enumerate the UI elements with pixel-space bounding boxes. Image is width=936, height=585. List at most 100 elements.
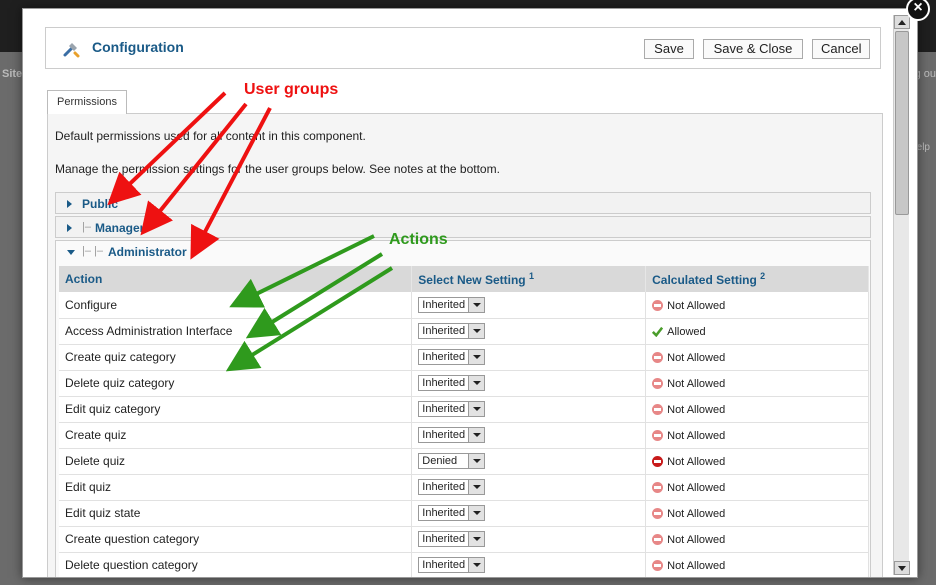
modal-scrollbar[interactable]: [893, 15, 910, 575]
dropdown-arrow-icon[interactable]: [468, 506, 485, 520]
dropdown-arrow-icon[interactable]: [468, 402, 485, 416]
calculated-status: Not Allowed: [667, 429, 726, 442]
setting-select-value: Inherited: [422, 377, 466, 389]
group-public[interactable]: Public: [55, 192, 871, 214]
calculated-status: Not Allowed: [667, 559, 726, 572]
tools-icon: [63, 43, 80, 58]
table-row: Create question category Inherited Not All…: [59, 526, 869, 553]
expand-arrow-icon: [67, 224, 72, 232]
group-manager[interactable]: |– Manager: [55, 216, 871, 238]
calculated-status: Not Allowed: [667, 377, 726, 390]
scroll-down-icon[interactable]: [894, 561, 910, 575]
setting-cell: Inherited: [411, 526, 647, 553]
not-allowed-icon: [652, 430, 664, 442]
dropdown-arrow-icon[interactable]: [468, 480, 485, 494]
dropdown-arrow-icon[interactable]: [468, 324, 485, 338]
setting-cell: Inherited: [411, 344, 647, 371]
setting-cell: Inherited: [411, 552, 647, 577]
save-button[interactable]: Save: [644, 39, 694, 59]
setting-cell: Inherited: [411, 292, 647, 319]
calculated-cell: Not Allowed: [645, 500, 869, 527]
table-row: Access Administration Interface Inherited…: [59, 318, 869, 345]
action-name: Delete quiz category: [59, 370, 413, 397]
dropdown-arrow-icon[interactable]: [468, 297, 485, 312]
checkmark-icon: [652, 327, 664, 338]
setting-cell: Denied: [411, 448, 647, 475]
table-row: Configure Inherited Not Allowed: [59, 292, 869, 319]
action-name: Create question category: [59, 526, 413, 553]
table-header-row: Action Select New Setting 1 Calculated S…: [59, 266, 869, 292]
table-row: Edit quiz state Inherited Not Allowed: [59, 500, 869, 527]
table-row: Delete quiz category Inherited Not Allowed: [59, 370, 869, 397]
setting-select[interactable]: Inherited: [418, 296, 486, 313]
setting-select-value: Inherited: [422, 325, 466, 337]
calculated-cell: Not Allowed: [645, 448, 869, 475]
group-label[interactable]: Public: [82, 197, 118, 211]
collapse-arrow-icon: [67, 250, 75, 255]
calculated-status: Not Allowed: [667, 507, 726, 520]
setting-select[interactable]: Inherited: [418, 401, 486, 417]
not-allowed-icon: [652, 352, 664, 364]
setting-select[interactable]: Inherited: [418, 505, 486, 521]
group-label[interactable]: Administrator: [108, 245, 187, 259]
modal-header: Configuration Save Save & Close Cancel: [45, 27, 881, 69]
calculated-status: Not Allowed: [667, 299, 726, 312]
setting-select-value: Inherited: [422, 533, 466, 545]
dropdown-arrow-icon[interactable]: [468, 558, 485, 572]
setting-select-value: Inherited: [422, 507, 466, 519]
setting-select[interactable]: Inherited: [418, 427, 486, 443]
setting-select-value: Inherited: [422, 351, 466, 363]
action-name: Configure: [59, 292, 413, 319]
not-allowed-icon: [652, 300, 664, 312]
scrollbar-thumb[interactable]: [895, 31, 909, 215]
dropdown-arrow-icon[interactable]: [468, 454, 485, 468]
setting-select[interactable]: Inherited: [418, 375, 486, 391]
setting-select-value: Inherited: [422, 403, 466, 415]
setting-select[interactable]: Inherited: [418, 531, 486, 547]
action-name: Create quiz category: [59, 344, 413, 371]
setting-cell: Inherited: [411, 318, 647, 345]
action-name: Create quiz: [59, 422, 413, 449]
setting-cell: Inherited: [411, 500, 647, 527]
header-calculated-setting: Calculated Setting 2: [645, 266, 869, 292]
configuration-modal: Configuration Save Save & Close Cancel P…: [22, 8, 918, 578]
table-row: Edit quiz category Inherited Not Allowed: [59, 396, 869, 423]
calculated-status: Not Allowed: [667, 455, 726, 468]
calculated-cell: Not Allowed: [645, 292, 869, 319]
header-select-new-setting: Select New Setting 1: [411, 266, 647, 292]
setting-cell: Inherited: [411, 396, 647, 423]
action-name: Edit quiz state: [59, 500, 413, 527]
dropdown-arrow-icon[interactable]: [468, 532, 485, 546]
intro-default-permissions: Default permissions used for all content…: [55, 129, 366, 143]
dropdown-arrow-icon[interactable]: [468, 350, 485, 364]
setting-select-value: Inherited: [422, 559, 466, 571]
setting-select-value: Inherited: [422, 298, 466, 311]
group-label[interactable]: Manager: [95, 221, 144, 235]
calculated-cell: Not Allowed: [645, 552, 869, 577]
not-allowed-icon: [652, 482, 664, 494]
not-allowed-icon: [652, 378, 664, 390]
setting-select[interactable]: Inherited: [418, 349, 486, 365]
dropdown-arrow-icon[interactable]: [468, 376, 485, 390]
expand-arrow-icon: [67, 200, 72, 208]
tree-indent: |–: [82, 221, 91, 233]
annotation-actions: Actions: [389, 231, 448, 248]
setting-select-value: Inherited: [422, 429, 466, 441]
not-allowed-icon: [652, 560, 664, 572]
save-and-close-button[interactable]: Save & Close: [703, 39, 803, 59]
calculated-status: Allowed: [667, 325, 706, 338]
scroll-up-icon[interactable]: [894, 15, 910, 29]
setting-select[interactable]: Inherited: [418, 323, 486, 339]
cancel-button[interactable]: Cancel: [812, 39, 870, 59]
tab-permissions[interactable]: Permissions: [47, 90, 127, 114]
table-row: Delete question category Inherited Not All…: [59, 552, 869, 577]
setting-cell: Inherited: [411, 370, 647, 397]
setting-select[interactable]: Inherited: [418, 479, 486, 495]
setting-select[interactable]: Denied: [418, 453, 486, 469]
calculated-cell: Not Allowed: [645, 370, 869, 397]
setting-select[interactable]: Inherited: [418, 557, 486, 573]
calculated-status: Not Allowed: [667, 351, 726, 364]
calculated-status: Not Allowed: [667, 403, 726, 416]
dropdown-arrow-icon[interactable]: [468, 428, 485, 442]
page-title: Configuration: [92, 39, 184, 55]
